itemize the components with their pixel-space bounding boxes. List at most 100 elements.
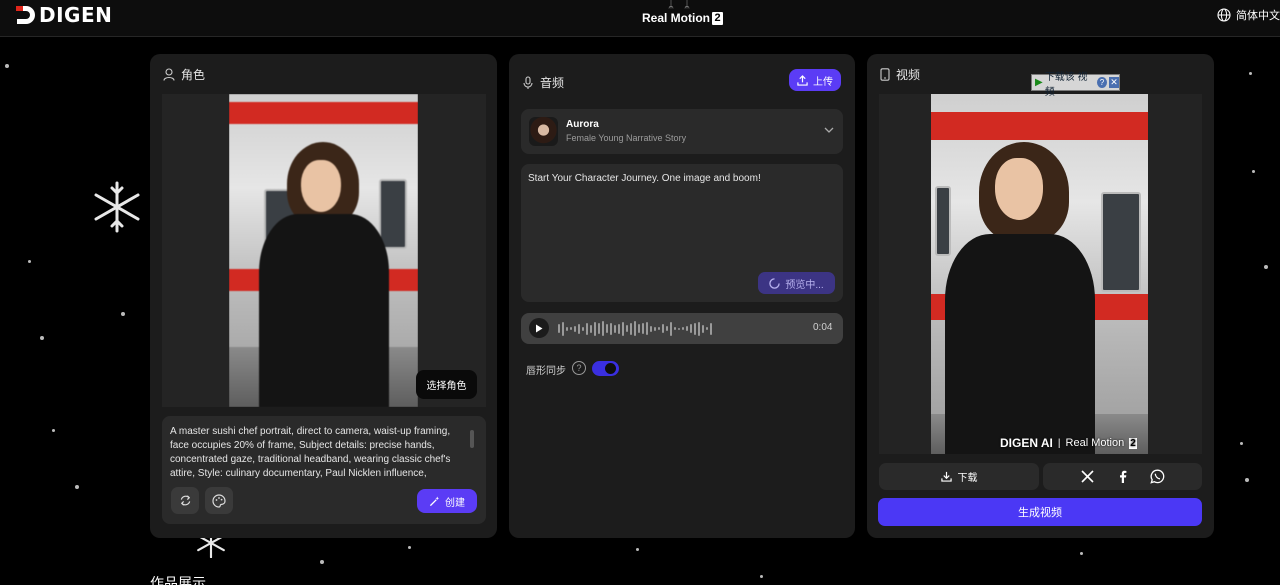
snow-dot bbox=[40, 336, 44, 340]
upload-button-label: 上传 bbox=[813, 76, 833, 88]
style-palette-button[interactable] bbox=[205, 487, 233, 514]
audio-waveform[interactable] bbox=[558, 319, 712, 338]
wave-bar bbox=[626, 325, 628, 332]
whatsapp-icon[interactable] bbox=[1150, 469, 1165, 484]
voice-selector[interactable]: Aurora Female Young Narrative Story bbox=[521, 109, 843, 154]
phone-icon bbox=[880, 68, 890, 81]
audio-duration: 0:04 bbox=[813, 322, 833, 333]
script-text[interactable]: Start Your Character Journey. One image … bbox=[528, 173, 761, 184]
download-icon bbox=[940, 471, 952, 482]
play-button[interactable] bbox=[529, 318, 549, 338]
refresh-button[interactable] bbox=[171, 487, 199, 514]
voice-description: Female Young Narrative Story bbox=[566, 133, 687, 143]
character-image-frame[interactable] bbox=[162, 94, 486, 407]
wave-bar bbox=[706, 327, 708, 330]
train-stripe bbox=[229, 102, 418, 124]
wave-bar bbox=[686, 326, 688, 331]
language-switcher[interactable]: 简体中文 bbox=[1217, 7, 1280, 23]
wave-bar bbox=[606, 324, 608, 333]
snow-dot bbox=[5, 64, 9, 68]
video-frame[interactable] bbox=[879, 94, 1202, 454]
snow-dot bbox=[320, 560, 324, 564]
create-button[interactable]: 创建 bbox=[417, 489, 477, 513]
snow-dot bbox=[636, 548, 639, 551]
script-input[interactable]: Start Your Character Journey. One image … bbox=[521, 164, 843, 302]
snow-dot bbox=[1252, 170, 1255, 173]
download-button-label: 下载 bbox=[957, 473, 978, 484]
snow-dot bbox=[1080, 552, 1083, 555]
wave-bar bbox=[710, 322, 712, 335]
snow-dot bbox=[75, 485, 79, 489]
train-window bbox=[1101, 192, 1141, 292]
preview-button[interactable]: 预览中... bbox=[758, 272, 835, 294]
lip-sync-toggle[interactable] bbox=[592, 361, 619, 376]
character-photo bbox=[229, 94, 418, 407]
x-twitter-icon[interactable] bbox=[1081, 470, 1094, 483]
train-window bbox=[379, 179, 407, 249]
photo-left-fill bbox=[162, 94, 229, 407]
facebook-icon[interactable] bbox=[1118, 470, 1127, 483]
wave-bar bbox=[610, 322, 612, 335]
snowflake-icon bbox=[94, 181, 140, 233]
wave-bar bbox=[638, 324, 640, 333]
upload-button[interactable]: 上传 bbox=[789, 69, 841, 91]
snow-dot bbox=[52, 429, 55, 432]
wave-bar bbox=[630, 322, 632, 335]
wave-bar bbox=[642, 323, 644, 334]
help-icon[interactable]: ? bbox=[1096, 77, 1107, 88]
logo-mark-icon bbox=[16, 6, 35, 24]
help-icon[interactable]: ? bbox=[572, 361, 586, 375]
wave-bar bbox=[646, 322, 648, 335]
audio-panel-header: 音频 bbox=[522, 74, 564, 91]
wave-bar bbox=[666, 326, 668, 331]
download-button[interactable]: 下载 bbox=[879, 463, 1039, 490]
wave-bar bbox=[674, 327, 676, 330]
play-arrow-icon: ▶ bbox=[1035, 77, 1043, 88]
wave-bar bbox=[682, 327, 684, 330]
train-stripe bbox=[931, 112, 1148, 140]
prompt-text[interactable]: A master sushi chef portrait, direct to … bbox=[170, 425, 464, 481]
wave-bar bbox=[590, 324, 592, 333]
wave-bar bbox=[622, 321, 624, 336]
voice-avatar bbox=[529, 117, 558, 146]
brand-badge: 2 bbox=[712, 11, 723, 25]
wave-bar bbox=[702, 324, 704, 333]
lip-sync-label: 唇形同步 bbox=[526, 366, 566, 377]
wave-bar bbox=[594, 321, 596, 336]
play-icon bbox=[536, 324, 543, 332]
snow-dot bbox=[408, 546, 411, 549]
wave-bar bbox=[678, 327, 680, 330]
share-row: 下载 bbox=[879, 463, 1202, 490]
watermark-brand: Real Motion bbox=[1065, 437, 1125, 449]
upload-icon bbox=[797, 74, 808, 86]
microphone-icon bbox=[523, 75, 533, 89]
generate-video-button[interactable]: 生成视频 bbox=[878, 498, 1202, 526]
wave-bar bbox=[586, 322, 588, 335]
person-face bbox=[995, 158, 1043, 220]
voice-name: Aurora bbox=[566, 119, 599, 130]
wave-bar bbox=[562, 321, 564, 336]
choose-character-button[interactable]: 选择角色 bbox=[416, 370, 477, 399]
chevron-down-icon bbox=[824, 127, 834, 133]
wave-bar bbox=[670, 321, 672, 336]
snow-dot bbox=[28, 260, 31, 263]
wave-bar bbox=[618, 323, 620, 334]
wave-bar bbox=[634, 321, 636, 336]
video-panel-title: 视频 bbox=[896, 68, 921, 82]
snow-dot bbox=[1245, 478, 1249, 482]
person-coat bbox=[945, 234, 1095, 454]
wave-bar bbox=[582, 326, 584, 331]
prompt-input[interactable]: A master sushi chef portrait, direct to … bbox=[162, 416, 486, 524]
prompt-scrollbar[interactable] bbox=[470, 430, 474, 448]
digen-logo[interactable]: DIGEN bbox=[14, 3, 112, 27]
watermark-divider: | bbox=[1057, 437, 1061, 449]
create-button-label: 创建 bbox=[445, 497, 465, 509]
download-video-overlay[interactable]: ▶ 下载该 视频 ? ✕ bbox=[1031, 72, 1120, 98]
wave-bar bbox=[650, 325, 652, 332]
watermark-logo: DIGEN AI bbox=[1000, 436, 1053, 450]
close-icon[interactable]: ✕ bbox=[1108, 77, 1119, 88]
refresh-icon bbox=[180, 495, 190, 506]
wave-bar bbox=[570, 327, 572, 330]
video-preview bbox=[931, 94, 1148, 454]
wave-bar bbox=[566, 326, 568, 331]
